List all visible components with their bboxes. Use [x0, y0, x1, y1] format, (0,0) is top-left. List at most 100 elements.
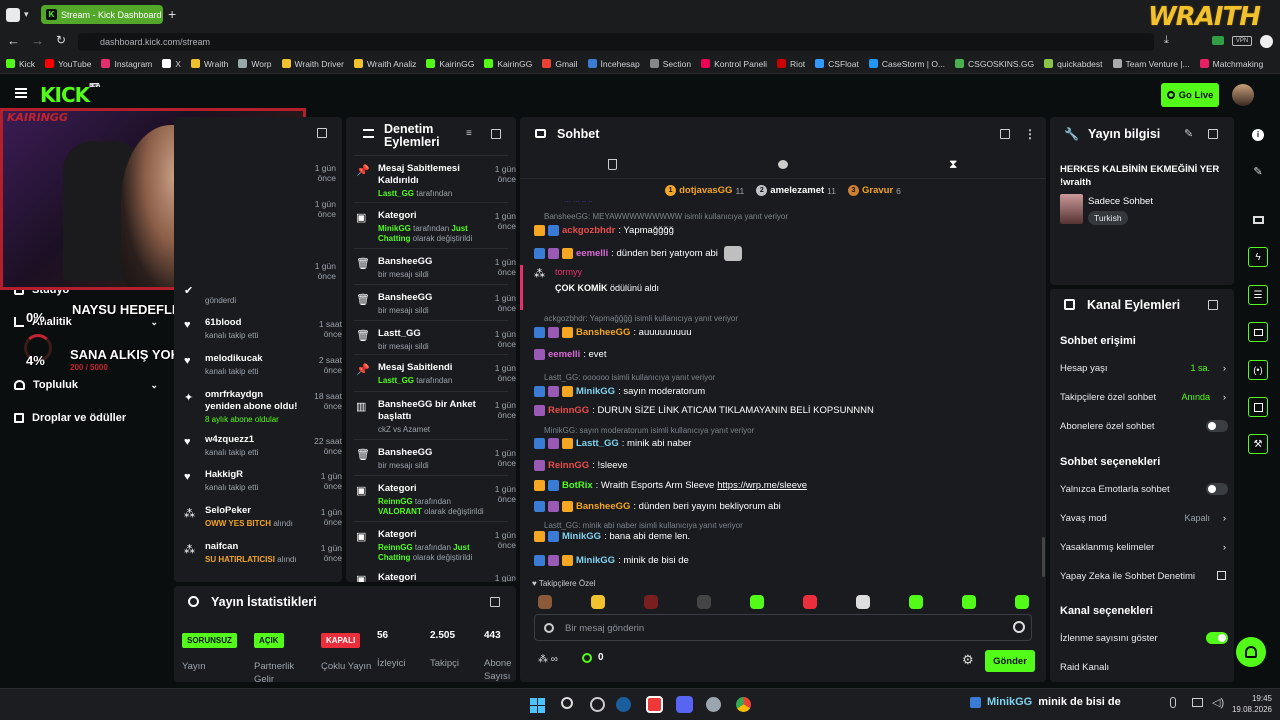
points-icon[interactable]: ⁂ ∞: [538, 654, 558, 665]
chat-input[interactable]: Bir mesaj gönderin: [534, 614, 1032, 641]
chat-panel-icon[interactable]: [1248, 322, 1268, 342]
top-gifter[interactable]: 1 dotjavasGG 11: [665, 185, 744, 196]
chat-username[interactable]: BansheeGG: [576, 327, 630, 338]
popout-icon[interactable]: [491, 129, 501, 139]
bookmark-item[interactable]: Riot: [777, 59, 805, 69]
kebab-menu-icon[interactable]: ⋮: [1024, 127, 1036, 141]
activity-name[interactable]: 61blood: [205, 317, 301, 329]
bookmark-item[interactable]: İncehesap: [587, 59, 640, 69]
search-icon[interactable]: [561, 697, 573, 709]
volume-icon[interactable]: ◁): [1212, 696, 1224, 709]
bookmark-item[interactable]: Kontrol Paneli: [701, 59, 767, 69]
bookmark-item[interactable]: X: [162, 59, 181, 69]
app-icon-1[interactable]: [590, 697, 605, 712]
activity-name[interactable]: HakkigR: [205, 469, 301, 481]
go-live-button[interactable]: Go Live: [1161, 83, 1219, 107]
subs-chat-toggle[interactable]: [1206, 420, 1228, 432]
vivaldi-menu-icon[interactable]: [6, 8, 20, 22]
discord-icon[interactable]: [676, 696, 693, 713]
followers-chat-row[interactable]: Takipçilere özel sohbet Anında ›: [1060, 392, 1228, 403]
app-icon-2[interactable]: [706, 697, 721, 712]
show-viewers-toggle[interactable]: [1206, 632, 1228, 644]
chat-scrollbar[interactable]: [1042, 537, 1045, 577]
slow-mode-row[interactable]: Yavaş mod Kapalı ›: [1060, 513, 1228, 524]
nav-drops[interactable]: Droplar ve ödüller: [14, 412, 126, 424]
emote-only-toggle[interactable]: [1206, 483, 1228, 495]
popout-icon[interactable]: [317, 128, 327, 138]
back-arrow-icon[interactable]: ←: [7, 33, 20, 48]
wrench-panel-icon[interactable]: ⚒: [1248, 434, 1268, 454]
top-gifter[interactable]: 2 amelezamet 11: [756, 185, 836, 196]
chat-username[interactable]: ReinnGG: [548, 405, 589, 416]
emote-icon[interactable]: [962, 595, 976, 609]
channel-panel-icon[interactable]: [1248, 397, 1268, 417]
clock[interactable]: 19:45 19.08.2026: [1228, 693, 1272, 715]
chrome-icon[interactable]: [736, 697, 751, 712]
activity-name[interactable]: melodikucak: [205, 353, 301, 365]
trash-tab-icon[interactable]: [608, 159, 617, 170]
activity-name[interactable]: omrfrkaydgn yeniden abone oldu!: [205, 389, 301, 413]
bookmark-item[interactable]: Matchmaking: [1199, 59, 1263, 69]
user-avatar[interactable]: [1232, 84, 1254, 106]
account-age-row[interactable]: Hesap yaşı 1 sa. ›: [1060, 363, 1228, 374]
forward-arrow-icon[interactable]: →: [31, 33, 44, 48]
windows-start-icon[interactable]: [530, 698, 545, 713]
extension-icon[interactable]: [1212, 36, 1224, 45]
activity-name[interactable]: w4zquezz1: [205, 434, 301, 446]
chat-username[interactable]: Lastt_GG: [576, 438, 619, 449]
chat-settings-gear-icon[interactable]: ⚙: [962, 652, 974, 668]
bookmark-item[interactable]: Worp: [238, 59, 272, 69]
emote-icon[interactable]: [1015, 595, 1029, 609]
chat-link[interactable]: https://wrp.me/sleeve: [717, 480, 807, 491]
steam-icon[interactable]: [616, 697, 631, 712]
hourglass-tab-icon[interactable]: ⧗: [949, 157, 957, 172]
info-icon[interactable]: i: [1248, 125, 1268, 145]
media-icon[interactable]: [1248, 210, 1268, 230]
lightning-icon[interactable]: ϟ: [1248, 247, 1268, 267]
chat-username[interactable]: ReinnGG: [548, 460, 589, 471]
chat-username[interactable]: MinikGG: [562, 531, 601, 542]
vivaldi-taskbar-icon[interactable]: [646, 696, 663, 713]
bookmark-item[interactable]: Wraith Analiz: [353, 59, 416, 69]
downloads-icon[interactable]: ⤓: [1164, 34, 1169, 47]
emote-icon[interactable]: [856, 595, 870, 609]
list-icon[interactable]: ☰: [1248, 285, 1268, 305]
help-headset-icon[interactable]: [1236, 637, 1266, 667]
chat-username[interactable]: MinikGG: [576, 555, 615, 566]
bookmark-item[interactable]: Instagram: [101, 59, 152, 69]
raid-channel-row[interactable]: Raid Kanalı: [1060, 662, 1228, 673]
profile-panda-icon[interactable]: [1260, 35, 1273, 48]
broadcast-panel-icon[interactable]: (•): [1248, 360, 1268, 380]
emoji-picker-icon[interactable]: [1013, 621, 1025, 633]
network-icon[interactable]: [1192, 698, 1203, 707]
emote-icon[interactable]: [803, 595, 817, 609]
mic-icon[interactable]: [1170, 697, 1176, 708]
vpn-icon[interactable]: VPN: [1232, 36, 1252, 46]
reward-user[interactable]: tormyy: [555, 267, 582, 277]
popout-icon[interactable]: [1208, 300, 1218, 310]
activity-name[interactable]: naifcan: [205, 541, 301, 553]
emote-icon[interactable]: [538, 595, 552, 609]
bookmark-item[interactable]: CaseStorm | O...: [868, 59, 945, 69]
bookmark-item[interactable]: Wraith: [190, 59, 228, 69]
new-tab-plus-icon[interactable]: +: [168, 6, 176, 22]
top-gifter[interactable]: 3 Gravur 6: [847, 185, 901, 196]
bookmark-item[interactable]: Wraith Driver: [281, 59, 344, 69]
filter-icon[interactable]: ≡: [466, 128, 472, 139]
chat-username[interactable]: BansheeGG: [576, 501, 630, 512]
popout-icon[interactable]: [1000, 129, 1010, 139]
emote-icon[interactable]: [909, 595, 923, 609]
bookmark-item[interactable]: KairinGG: [484, 59, 532, 69]
send-button[interactable]: Gönder: [985, 650, 1035, 672]
tab-list-chevron-icon[interactable]: ▾: [24, 9, 29, 20]
emote-icon[interactable]: [750, 595, 764, 609]
bookmark-item[interactable]: Team Venture |...: [1112, 59, 1190, 69]
popout-icon[interactable]: [1208, 129, 1218, 139]
chat-username[interactable]: MinikGG: [576, 386, 615, 397]
edit-icon[interactable]: ✎: [1248, 161, 1268, 181]
browser-tab-active[interactable]: K Stream - Kick Dashboard: [41, 5, 163, 24]
activity-name[interactable]: SeloPeker: [205, 505, 301, 517]
bookmark-item[interactable]: KairinGG: [426, 59, 474, 69]
bookmark-item[interactable]: Kick: [6, 59, 35, 69]
bookmark-item[interactable]: Gmail: [542, 59, 578, 69]
